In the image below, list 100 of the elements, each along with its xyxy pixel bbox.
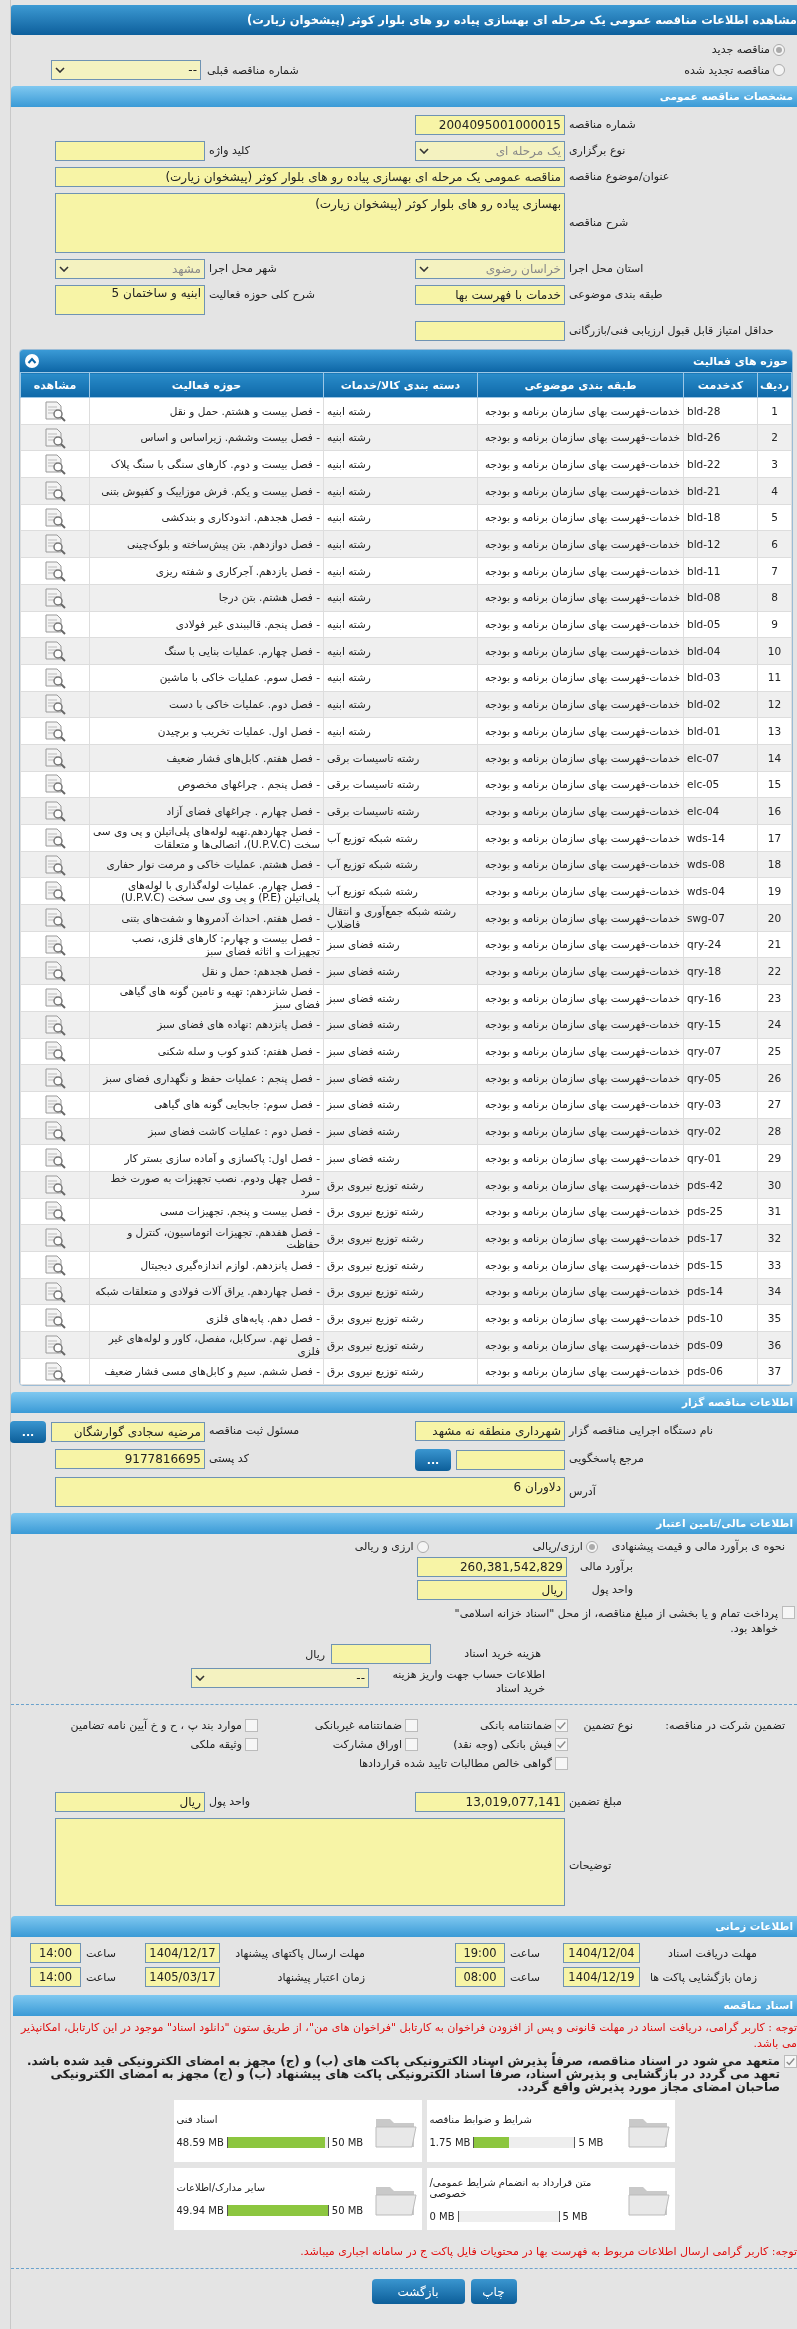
table-cell: رشته ابنیه	[323, 691, 478, 718]
field-label: شرح کلی حوزه فعالیت	[208, 287, 316, 303]
browse-button[interactable]: ...	[415, 1449, 451, 1472]
radio-option[interactable]: مناقصه جدید	[684, 43, 785, 56]
checkbox-option[interactable]: اوراق مشارکت	[258, 1738, 418, 1752]
radio-option[interactable]: مناقصه تجدید شده	[684, 63, 785, 77]
table-cell: pds-25	[683, 1198, 758, 1225]
table-cell: 6	[757, 530, 792, 558]
input-field[interactable]: ریال	[417, 1580, 567, 1601]
date-field[interactable]: 1404/12/17	[145, 1943, 220, 1964]
text-area[interactable]: بهسازی پیاده رو های بلوار کوثر (پیشخوان زیارت)	[55, 193, 565, 253]
table-cell: pds-10	[683, 1304, 758, 1332]
browse-button[interactable]: ...	[10, 1421, 46, 1444]
table-cell: bld-21	[683, 477, 758, 505]
input-field[interactable]: شهرداری منطقه نه مشهد	[415, 1421, 565, 1442]
input-field[interactable]: 13,019,077,141	[415, 1792, 565, 1813]
table-cell: - فصل ششم. سیم و کابل‌های مسی فشار ضعیف	[89, 1358, 324, 1385]
field-label: ساعت	[510, 1970, 540, 1984]
field-label: نوع تضمین	[582, 1719, 633, 1733]
checkbox-option[interactable]: ضمانتنامه غیربانکی	[258, 1719, 418, 1733]
field-label: مرجع پاسخگویی	[568, 1451, 645, 1468]
checkbox-option[interactable]: گواهی خالص مطالبات تایید شده قراردادها	[58, 1757, 568, 1771]
table-cell: 35	[757, 1304, 792, 1332]
table-cell: رشته ابنیه	[323, 530, 478, 558]
time-field[interactable]: 14:00	[30, 1967, 81, 1988]
table-cell: - فصل هجدهم: حمل و نقل	[89, 957, 324, 985]
table-cell: رشته فضای سبز	[323, 1144, 478, 1172]
table-cell: خدمات-فهرست بهای سازمان برنامه و بودجه	[477, 1358, 684, 1385]
table-cell: خدمات-فهرست بهای سازمان برنامه و بودجه	[477, 691, 684, 718]
table-cell: رشته تاسیسات برقی	[323, 797, 478, 825]
field-label: شرح مناقصه	[568, 215, 630, 231]
input-field[interactable]: ریال	[55, 1792, 205, 1813]
file-size: 0 MB	[429, 2210, 455, 2222]
field-label: اطلاعات حساب جهت واریز هزینه خرید اسناد	[391, 1668, 545, 1697]
table-cell: رشته فضای سبز	[323, 1091, 478, 1119]
radio-option[interactable]: ارزی/ریالی	[532, 1540, 598, 1554]
text-area[interactable]: دلاوران 6	[55, 1477, 565, 1508]
table-cell: qry-01	[683, 1144, 758, 1172]
time-field[interactable]: 08:00	[455, 1967, 505, 1988]
table-cell: qry-15	[683, 1011, 758, 1038]
table-cell: - فصل پانزدهم. لوازم اندازه‌گیری دیجیتال	[89, 1251, 324, 1279]
table-cell: pds-15	[683, 1251, 758, 1279]
table-cell: رشته ابنیه	[323, 557, 478, 585]
table-cell: - فصل اول. عملیات تخریب و برچیدن	[89, 717, 324, 745]
table-cell: رشته فضای سبز	[323, 1118, 478, 1145]
unit-label: ریال	[305, 1647, 325, 1661]
table-cell: رشته ابنیه	[323, 664, 478, 692]
file-size: 1.75 MB	[429, 2137, 471, 2149]
field-label: ساعت	[86, 1946, 116, 1960]
table-cell: رشته فضای سبز	[323, 984, 478, 1012]
table-cell: 23	[757, 984, 792, 1012]
checkbox-option[interactable]: موارد بند پ ، ح و خ آیین نامه تضامین	[58, 1719, 258, 1733]
table-cell: رشته ابنیه	[323, 504, 478, 531]
table-cell: - فصل پنجم. قالببندی غیر فولادی	[89, 611, 324, 638]
table-cell: رشته توزیع نیروی برق	[323, 1198, 478, 1225]
table-cell: خدمات-فهرست بهای سازمان برنامه و بودجه	[477, 450, 684, 478]
table-cell: خدمات-فهرست بهای سازمان برنامه و بودجه	[477, 797, 684, 825]
table-cell: رشته شبکه جمع‌آوری و انتقال فاضلاب	[323, 904, 478, 932]
date-field[interactable]: 1404/12/04	[563, 1943, 640, 1964]
input-field[interactable]: 260,381,542,829	[417, 1557, 567, 1578]
checkbox-option[interactable]: ضمانتنامه بانکی	[418, 1719, 568, 1733]
field-label: ساعت	[86, 1970, 116, 1984]
field-label: مبلغ تضمین	[568, 1794, 623, 1811]
table-cell: خدمات-فهرست بهای سازمان برنامه و بودجه	[477, 1224, 684, 1252]
table-cell: bld-11	[683, 557, 758, 585]
dropdown[interactable]: --	[51, 60, 201, 80]
checkbox-label: پرداخت تمام و یا بخشی از مبلغ مناقصه، از محل "اسناد خزانه اسلامی" خواهد بود.	[453, 1606, 778, 1637]
radio-option[interactable]: ارزی و ریالی	[354, 1540, 429, 1554]
table-cell: رشته ابنیه	[323, 637, 478, 665]
table-cell: خدمات-فهرست بهای سازمان برنامه و بودجه	[477, 584, 684, 611]
time-field[interactable]: 14:00	[30, 1943, 81, 1964]
table-cell: 1	[757, 397, 792, 425]
action-button[interactable]: بازگشت	[371, 2279, 465, 2305]
table-cell: - فصل هشتم. عملیات خاکی و مرمت نوار حفاری	[89, 851, 324, 878]
input-field[interactable]: 2004095001000015	[415, 115, 565, 135]
table-cell: رشته فضای سبز	[323, 1038, 478, 1065]
table-cell: رشته فضای سبز	[323, 1064, 478, 1092]
table-cell: - فصل سوم. عملیات خاکی با ماشین	[89, 664, 324, 692]
input-field[interactable]: ابنیه و ساختمان 5	[55, 285, 205, 315]
input-field[interactable]: مرضیه سجادی گوارشگان	[51, 1422, 205, 1443]
table-cell: خدمات-فهرست بهای سازمان برنامه و بودجه	[477, 1278, 684, 1305]
dropdown[interactable]: --	[191, 1668, 369, 1689]
table-cell: bld-26	[683, 424, 758, 451]
date-field[interactable]: 1405/03/17	[145, 1967, 220, 1988]
table-cell: 11	[757, 664, 792, 692]
table-cell: bld-18	[683, 504, 758, 531]
date-field[interactable]: 1404/12/19	[563, 1967, 640, 1988]
page-title: مشاهده اطلاعات مناقصه عمومی یک مرحله ای بهسازی پیاده رو های بلوار کوثر (پیشخوان زیارت)	[11, 5, 797, 35]
checkbox-option[interactable]: فیش بانکی (وجه نقد)	[418, 1738, 568, 1752]
input-field[interactable]: مناقصه عمومی یک مرحله ای بهسازی پیاده رو های بلوار کوثر (پیشخوان زیارت)	[55, 167, 565, 187]
action-button[interactable]: چاپ	[470, 2279, 517, 2305]
table-cell: bld-03	[683, 664, 758, 692]
table-cell: elc-04	[683, 797, 758, 825]
table-cell: bld-28	[683, 397, 758, 425]
time-field[interactable]: 19:00	[455, 1943, 505, 1964]
input-field[interactable]: خدمات با فهرست بها	[415, 285, 565, 305]
checkbox-option[interactable]: وثیقه ملکی	[58, 1738, 258, 1752]
table-cell: خدمات-فهرست بهای سازمان برنامه و بودجه	[477, 1038, 684, 1065]
input-field[interactable]: 9177816695	[55, 1449, 205, 1470]
table-cell: خدمات-فهرست بهای سازمان برنامه و بودجه	[477, 931, 684, 958]
